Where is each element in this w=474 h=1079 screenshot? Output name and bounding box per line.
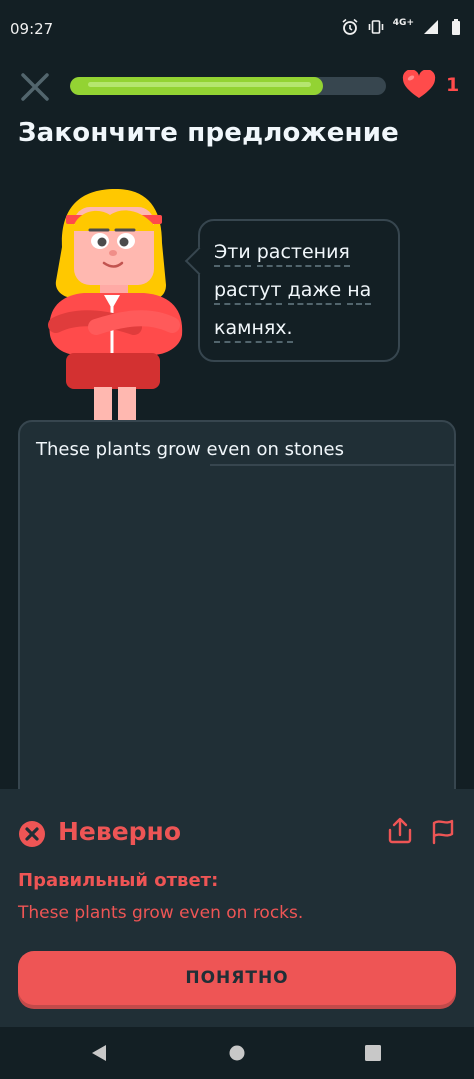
answer-text: These plants grow even on stones: [36, 439, 344, 460]
prompt-sentence: Эти растения растут даже на камнях.: [214, 233, 394, 347]
recent-apps-icon[interactable]: [365, 1045, 381, 1061]
alarm-icon: [342, 18, 358, 35]
answer-input[interactable]: These plants grow even on stones: [18, 420, 456, 820]
progress-highlight: [88, 82, 311, 87]
network-icon: 4G+: [392, 18, 414, 28]
status-bar: 09:27 4G+: [0, 0, 474, 58]
correct-answer-label: Правильный ответ:: [18, 870, 219, 891]
signal-icon: [424, 20, 438, 34]
hearts-count: 1: [446, 74, 460, 96]
prompt-word[interactable]: даже: [287, 279, 342, 305]
character-illustration: [48, 188, 183, 420]
feedback-title: Неверно: [58, 817, 181, 846]
share-icon[interactable]: [387, 817, 413, 845]
back-icon[interactable]: [90, 1043, 108, 1063]
prompt-word[interactable]: растут: [214, 279, 282, 305]
speech-bubble: Эти растения растут даже на камнях.: [184, 219, 400, 362]
feedback-panel: Неверно Правильный ответ: These plants g…: [0, 789, 474, 1027]
report-flag-icon[interactable]: [430, 817, 456, 845]
prompt-word[interactable]: камнях.: [214, 317, 293, 343]
incorrect-icon: [19, 821, 45, 847]
home-icon[interactable]: [229, 1045, 245, 1061]
vibrate-icon: [368, 20, 384, 34]
prompt-word[interactable]: на: [347, 279, 372, 305]
correct-answer-text: These plants grow even on rocks.: [18, 903, 304, 923]
got-it-button[interactable]: ПОНЯТНО: [18, 951, 456, 1005]
page-title: Закончите предложение: [18, 118, 399, 148]
prompt-word[interactable]: Эти: [214, 241, 251, 267]
close-icon[interactable]: [18, 70, 52, 104]
system-nav-bar: [0, 1027, 474, 1079]
status-time: 09:27: [10, 20, 54, 38]
answer-underline: [210, 464, 456, 466]
heart-icon: [402, 70, 436, 98]
battery-icon: [452, 19, 460, 35]
prompt-word[interactable]: растения: [256, 241, 350, 267]
lesson-progress-bar: [70, 77, 386, 95]
status-icons: 4G+: [341, 18, 466, 36]
hearts-counter: 1: [402, 70, 459, 100]
